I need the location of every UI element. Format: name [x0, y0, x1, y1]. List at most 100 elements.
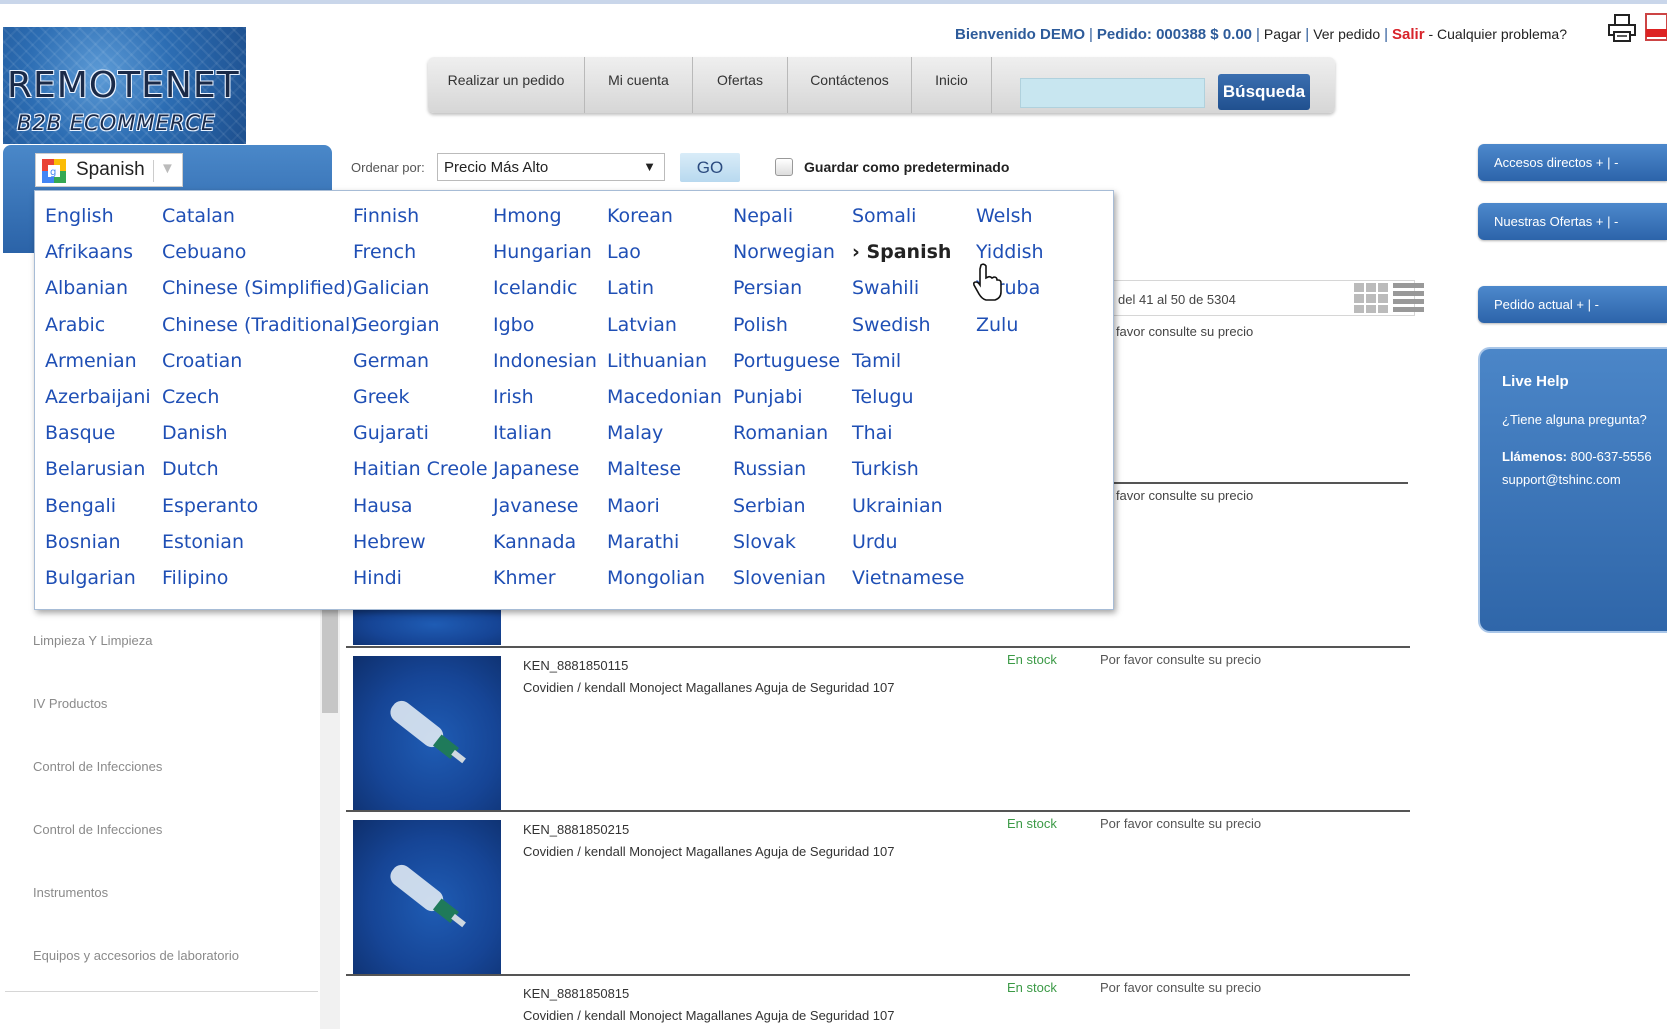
- language-option[interactable]: Macedonian: [607, 386, 722, 408]
- pdf-icon[interactable]: [1644, 13, 1667, 41]
- language-option[interactable]: Slovenian: [733, 567, 826, 589]
- language-option[interactable]: Igbo: [493, 314, 534, 336]
- language-option[interactable]: Zulu: [976, 314, 1018, 336]
- language-option[interactable]: Vietnamese: [852, 567, 964, 589]
- language-option[interactable]: Marathi: [607, 531, 679, 553]
- product-name[interactable]: Covidien / kendall Monoject Magallanes A…: [523, 844, 894, 859]
- nav-contact[interactable]: Contáctenos: [788, 57, 912, 113]
- language-option[interactable]: Polish: [733, 314, 788, 336]
- language-option[interactable]: Hebrew: [353, 531, 426, 553]
- view-order-link[interactable]: Ver pedido: [1313, 26, 1380, 42]
- sidebar-scrollbar-thumb[interactable]: [322, 593, 338, 713]
- language-select[interactable]: g Spanish ▼: [35, 153, 183, 187]
- language-option[interactable]: Swedish: [852, 314, 931, 336]
- nav-place-order[interactable]: Realizar un pedido: [428, 57, 585, 113]
- language-option[interactable]: Japanese: [493, 458, 579, 480]
- language-option[interactable]: Maori: [607, 495, 660, 517]
- language-option[interactable]: Urdu: [852, 531, 898, 553]
- language-option[interactable]: Tamil: [852, 350, 901, 372]
- language-option[interactable]: Indonesian: [493, 350, 597, 372]
- language-option[interactable]: Bulgarian: [45, 567, 136, 589]
- language-option[interactable]: Chinese (Simplified): [162, 277, 353, 299]
- language-option[interactable]: Turkish: [852, 458, 919, 480]
- language-option[interactable]: Welsh: [976, 205, 1033, 227]
- language-option[interactable]: Hindi: [353, 567, 402, 589]
- sidebar-category[interactable]: Instrumentos: [5, 865, 318, 929]
- language-option[interactable]: Basque: [45, 422, 115, 444]
- language-option[interactable]: Lao: [607, 241, 641, 263]
- language-option[interactable]: Estonian: [162, 531, 244, 553]
- printer-icon[interactable]: [1607, 13, 1637, 43]
- language-option[interactable]: Norwegian: [733, 241, 835, 263]
- product-name[interactable]: Covidien / kendall Monoject Magallanes A…: [523, 1008, 894, 1023]
- language-option[interactable]: Yiddish: [976, 241, 1044, 263]
- language-option[interactable]: Cebuano: [162, 241, 246, 263]
- language-option[interactable]: Albanian: [45, 277, 128, 299]
- language-option[interactable]: Hmong: [493, 205, 562, 227]
- language-option[interactable]: Catalan: [162, 205, 235, 227]
- language-option[interactable]: Swahili: [852, 277, 919, 299]
- sidebar-category[interactable]: IV Productos: [5, 676, 318, 740]
- sidebar-category[interactable]: Control de Infecciones: [5, 739, 318, 803]
- language-option[interactable]: Latvian: [607, 314, 677, 336]
- language-option[interactable]: Somali: [852, 205, 916, 227]
- language-option[interactable]: Finnish: [353, 205, 419, 227]
- language-option[interactable]: Nepali: [733, 205, 793, 227]
- product-code[interactable]: KEN_8881850115: [523, 658, 628, 673]
- product-image[interactable]: [353, 656, 501, 812]
- order-summary-link[interactable]: Pedido: 000388 $ 0.00: [1097, 26, 1252, 43]
- language-option[interactable]: Irish: [493, 386, 534, 408]
- language-option[interactable]: Lithuanian: [607, 350, 707, 372]
- language-option[interactable]: Korean: [607, 205, 673, 227]
- nav-my-account[interactable]: Mi cuenta: [585, 57, 693, 113]
- language-option[interactable]: Kannada: [493, 531, 576, 553]
- sidebar-category[interactable]: Equipos y accesorios de laboratorio: [5, 928, 318, 992]
- language-option[interactable]: Greek: [353, 386, 410, 408]
- go-button[interactable]: GO: [680, 153, 740, 182]
- language-option[interactable]: English: [45, 205, 114, 227]
- language-option[interactable]: Persian: [733, 277, 802, 299]
- language-option[interactable]: Bosnian: [45, 531, 121, 553]
- grid-view-icon[interactable]: [1354, 283, 1388, 313]
- product-code[interactable]: KEN_8881850215: [523, 822, 629, 837]
- language-option[interactable]: Afrikaans: [45, 241, 133, 263]
- language-option[interactable]: Ukrainian: [852, 495, 943, 517]
- language-option[interactable]: Javanese: [493, 495, 578, 517]
- language-option[interactable]: Chinese (Traditional): [162, 314, 358, 336]
- language-option[interactable]: Danish: [162, 422, 228, 444]
- sidebar-category[interactable]: Limpieza Y Limpieza: [5, 613, 318, 677]
- language-option[interactable]: Icelandic: [493, 277, 578, 299]
- language-option[interactable]: Latin: [607, 277, 654, 299]
- product-code[interactable]: KEN_8881850815: [523, 986, 629, 1001]
- product-image[interactable]: [353, 820, 501, 976]
- language-option[interactable]: Hausa: [353, 495, 413, 517]
- live-help-email[interactable]: support@tshinc.com: [1502, 472, 1621, 487]
- language-option[interactable]: Malay: [607, 422, 663, 444]
- language-option[interactable]: Serbian: [733, 495, 806, 517]
- shortcuts-tab[interactable]: Accesos directos + | -: [1478, 144, 1667, 181]
- language-option[interactable]: Slovak: [733, 531, 796, 553]
- nav-home[interactable]: Inicio: [912, 57, 992, 113]
- language-option[interactable]: Esperanto: [162, 495, 258, 517]
- language-option[interactable]: Telugu: [852, 386, 914, 408]
- pay-link[interactable]: Pagar: [1264, 26, 1301, 42]
- language-option[interactable]: Croatian: [162, 350, 242, 372]
- search-button[interactable]: Búsqueda: [1218, 74, 1310, 110]
- language-option[interactable]: Arabic: [45, 314, 105, 336]
- language-option[interactable]: Russian: [733, 458, 806, 480]
- search-input[interactable]: [1020, 78, 1205, 108]
- language-option[interactable]: German: [353, 350, 429, 372]
- language-option[interactable]: Filipino: [162, 567, 228, 589]
- language-option[interactable]: Thai: [852, 422, 893, 444]
- language-option[interactable]: Belarusian: [45, 458, 145, 480]
- language-option[interactable]: Mongolian: [607, 567, 705, 589]
- language-option[interactable]: Dutch: [162, 458, 219, 480]
- problem-link[interactable]: Cualquier problema?: [1437, 26, 1567, 42]
- language-option[interactable]: › Spanish: [852, 241, 951, 263]
- language-option[interactable]: Maltese: [607, 458, 681, 480]
- language-option[interactable]: Khmer: [493, 567, 556, 589]
- language-option[interactable]: Armenian: [45, 350, 137, 372]
- logout-link[interactable]: Salir: [1392, 26, 1425, 43]
- sidebar-category[interactable]: Control de Infecciones: [5, 802, 318, 866]
- language-option[interactable]: French: [353, 241, 416, 263]
